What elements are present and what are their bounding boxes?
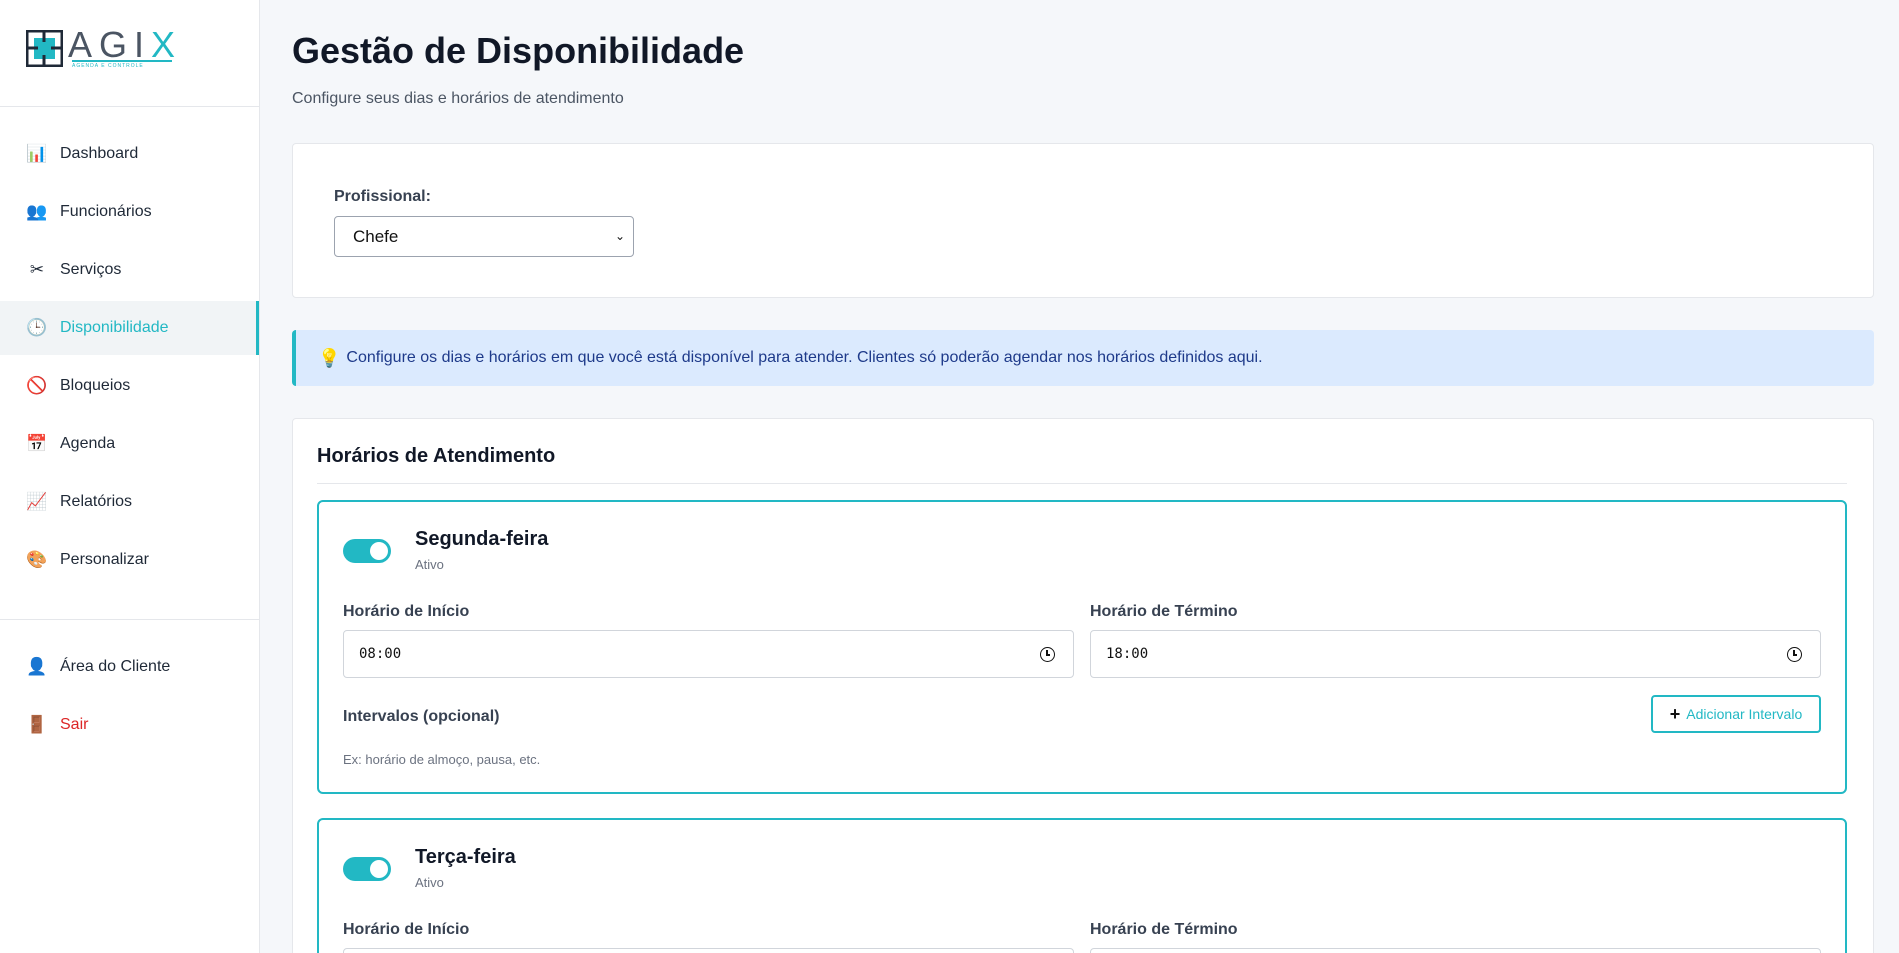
user-icon: 👤 — [26, 657, 48, 676]
plus-icon: + — [1669, 703, 1681, 724]
sidebar-item-relatorios[interactable]: 📈 Relatórios — [0, 475, 259, 529]
chevron-down-icon: ⌄ — [614, 229, 625, 243]
add-interval-button[interactable]: + Adicionar Intervalo — [1651, 695, 1821, 733]
sidebar-item-label: Funcionários — [60, 203, 152, 220]
day-card-terca: Terça-feira Ativo Horário de Início Horá… — [317, 818, 1847, 953]
sidebar-item-dashboard[interactable]: 📊 Dashboard — [0, 127, 259, 181]
start-time-value: 08:00 — [359, 646, 402, 662]
logo-tagline: AGENDA E CONTROLE — [72, 60, 172, 69]
sidebar-item-funcionarios[interactable]: 👥 Funcionários — [0, 185, 259, 239]
day-name: Terça-feira — [415, 846, 516, 868]
sidebar-item-disponibilidade[interactable]: 🕒 Disponibilidade — [0, 301, 259, 355]
sidebar-item-label: Relatórios — [60, 493, 133, 510]
professional-card: Profissional: Chefe ⌄ — [292, 143, 1874, 298]
sidebar-item-personalizar[interactable]: 🎨 Personalizar — [0, 533, 259, 587]
day-toggle[interactable] — [343, 857, 391, 881]
professional-select[interactable]: Chefe ⌄ — [334, 216, 634, 257]
clock-icon[interactable] — [1787, 647, 1802, 662]
divider — [317, 483, 1847, 484]
sidebar-item-sair[interactable]: 🚪 Sair — [0, 698, 259, 752]
scissors-icon: ✂ — [29, 260, 45, 279]
lightbulb-icon: 💡 — [318, 347, 341, 368]
end-time-input[interactable]: 18:00 — [1090, 630, 1821, 678]
sidebar-item-label: Serviços — [60, 261, 122, 278]
logo-mark-icon — [26, 30, 63, 67]
clock-icon: 🕒 — [26, 318, 48, 337]
professional-selected-value: Chefe — [353, 226, 399, 246]
day-status: Ativo — [415, 557, 444, 572]
sidebar-item-label: Bloqueios — [60, 377, 131, 394]
calendar-icon: 📅 — [26, 434, 48, 453]
sidebar-item-label: Agenda — [60, 435, 116, 452]
main-nav: 📊 Dashboard 👥 Funcionários ✂ Serviços 🕒 … — [0, 107, 259, 752]
users-icon: 👥 — [26, 202, 48, 221]
logo[interactable]: AGIX AGENDA E CONTROLE — [0, 0, 259, 107]
intervals-hint: Ex: horário de almoço, pausa, etc. — [343, 752, 541, 767]
toggle-knob — [370, 542, 388, 560]
start-time-label: Horário de Início — [343, 921, 470, 938]
trend-chart-icon: 📈 — [26, 492, 48, 511]
sidebar-item-agenda[interactable]: 📅 Agenda — [0, 417, 259, 471]
intervals-label: Intervalos (opcional) — [343, 708, 500, 725]
day-toggle[interactable] — [343, 539, 391, 563]
day-status: Ativo — [415, 875, 444, 890]
nav-divider: 👤 Área do Cliente 🚪 Sair — [0, 619, 259, 752]
sidebar-item-servicos[interactable]: ✂ Serviços — [0, 243, 259, 297]
clock-icon[interactable] — [1040, 647, 1055, 662]
sidebar: AGIX AGENDA E CONTROLE 📊 Dashboard 👥 Fun… — [0, 0, 260, 953]
start-time-label: Horário de Início — [343, 603, 470, 620]
sidebar-item-area-cliente[interactable]: 👤 Área do Cliente — [0, 640, 259, 694]
sidebar-item-label: Área do Cliente — [60, 658, 171, 675]
door-icon: 🚪 — [26, 715, 48, 734]
prohibited-icon: 🚫 — [26, 376, 48, 395]
chart-icon: 📊 — [26, 144, 48, 163]
palette-icon: 🎨 — [26, 550, 48, 569]
start-time-input[interactable] — [343, 948, 1074, 953]
page-subtitle: Configure seus dias e horários de atendi… — [292, 90, 624, 107]
end-time-label: Horário de Término — [1090, 921, 1238, 938]
info-banner: 💡 Configure os dias e horários em que vo… — [292, 330, 1874, 386]
start-time-input[interactable]: 08:00 — [343, 630, 1074, 678]
sidebar-item-label: Dashboard — [60, 145, 139, 162]
schedule-card: Horários de Atendimento Segunda-feira At… — [292, 418, 1874, 953]
end-time-label: Horário de Término — [1090, 603, 1238, 620]
day-card-segunda: Segunda-feira Ativo Horário de Início Ho… — [317, 500, 1847, 794]
sidebar-item-label: Sair — [60, 716, 89, 733]
sidebar-item-label: Disponibilidade — [60, 319, 169, 336]
sidebar-item-bloqueios[interactable]: 🚫 Bloqueios — [0, 359, 259, 413]
page-title: Gestão de Disponibilidade — [292, 30, 745, 71]
professional-label: Profissional: — [334, 188, 431, 205]
end-time-value: 18:00 — [1106, 646, 1149, 662]
sidebar-item-label: Personalizar — [60, 551, 149, 568]
schedule-title: Horários de Atendimento — [317, 445, 556, 467]
info-text: Configure os dias e horários em que você… — [346, 349, 1263, 366]
add-interval-label: Adicionar Intervalo — [1686, 706, 1803, 722]
day-name: Segunda-feira — [415, 528, 549, 550]
toggle-knob — [370, 860, 388, 878]
end-time-input[interactable] — [1090, 948, 1821, 953]
